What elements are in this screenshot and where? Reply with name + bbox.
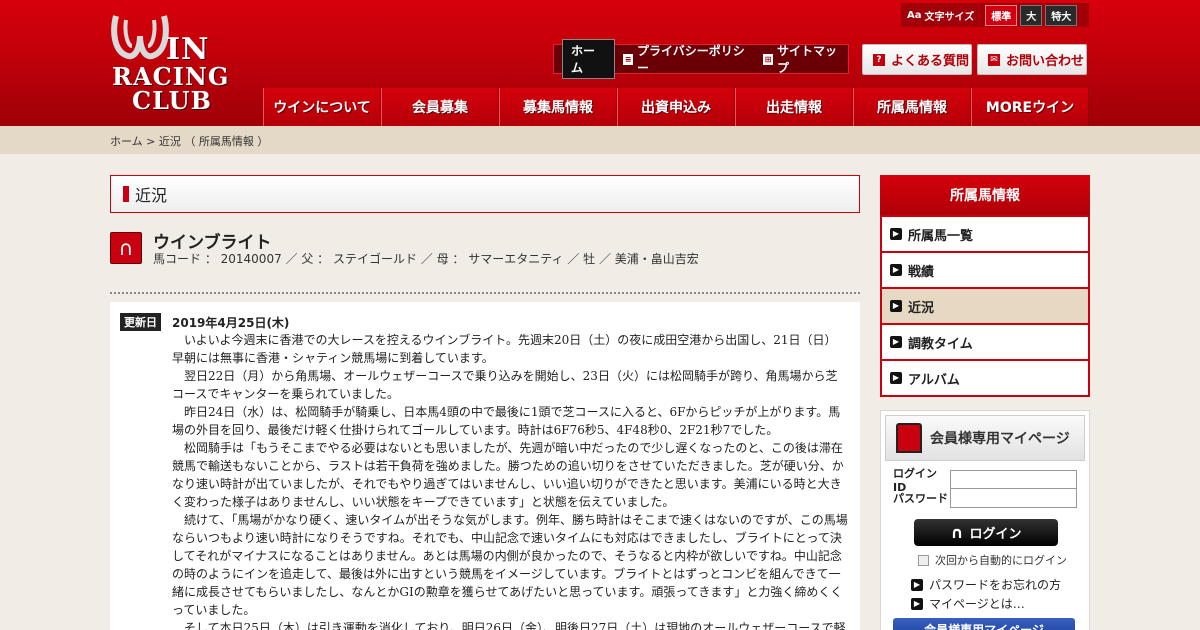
about-mypage-label: マイページとは…	[929, 597, 1025, 611]
faq-button[interactable]: ? よくある質問	[862, 44, 972, 75]
privacy-link[interactable]: ≡ プライバシーポリシー	[623, 42, 755, 76]
sidebar-item-label: アルバム	[908, 372, 960, 388]
nav-apply[interactable]: 出資申込み	[617, 88, 735, 126]
privacy-link-label: プライバシーポリシー	[637, 44, 745, 75]
breadcrumb-separator: >	[142, 135, 159, 148]
arrow-right-icon: ▶	[890, 228, 902, 240]
global-nav: ウインについて 会員募集 募集馬情報 出資申込み 出走情報 所属馬情報 MORE…	[263, 88, 1089, 126]
password-input[interactable]	[950, 488, 1077, 508]
horseshoe-icon: ∩	[950, 523, 964, 542]
mypage-button[interactable]: 会員様専用マイページ	[893, 618, 1075, 630]
font-size-label: 文字サイズ	[924, 11, 975, 23]
contact-button-label: お問い合わせ	[1006, 54, 1085, 69]
horse-meta: 馬コード ： 20140007 ／ 父 ： ステイゴールド ／ 母 ： サマーエ…	[153, 252, 699, 266]
password-row: パスワード	[893, 488, 1077, 508]
arrow-right-icon: ▶	[911, 578, 923, 591]
utility-nav: ホーム ≡ プライバシーポリシー ⊞ サイトマップ	[553, 39, 849, 79]
forgot-password-label: パスワードをお忘れの方	[929, 578, 1062, 592]
logo-club-text: CLUB	[132, 86, 212, 115]
nav-horse-info[interactable]: 所属馬情報	[853, 88, 971, 126]
sidebar-item-label: 戦績	[908, 264, 935, 280]
sidebar-item-label: 近況	[908, 300, 935, 316]
breadcrumb-current: 近況 （ 所属馬情報 ）	[158, 135, 269, 148]
sidebar: 所属馬情報 ▶ 所属馬一覧 ▶ 戦績 ▶ 近況 ▶ 調教タイム ▶ アルバム	[880, 175, 1090, 397]
breadcrumb: ホーム > 近況 （ 所属馬情報 ）	[110, 133, 268, 149]
article-paragraph: 松岡騎手は「もうそこまでやる必要はないとも思いましたが、先週が暗い中だったので少…	[172, 441, 844, 509]
arrow-right-icon: ▶	[890, 300, 902, 312]
article-paragraph: 続けて、「馬場がかなり硬く、速いタイムが出そうな気がします。例年、勝ち時計はそこ…	[172, 513, 848, 617]
sidebar-menu: ▶ 所属馬一覧 ▶ 戦績 ▶ 近況 ▶ 調教タイム ▶ アルバム	[880, 215, 1090, 397]
updated-badge: 更新日	[120, 313, 161, 331]
article-body: いよいよ今週末に香港での大レースを控えるウインブライト。先週末20日（土）の夜に…	[172, 331, 848, 630]
page-heading: 近況	[110, 175, 860, 213]
article-paragraph: いよいよ今週末に香港での大レースを控えるウインブライト。先週末20日（土）の夜に…	[172, 333, 837, 365]
breadcrumb-home[interactable]: ホーム	[110, 135, 143, 148]
main-content: 近況 ∩ ウインブライト 馬コード ： 20140007 ／ 父 ： ステイゴー…	[110, 175, 860, 630]
login-button-label: ログイン	[969, 527, 1022, 542]
sidebar-item-horse-list[interactable]: ▶ 所属馬一覧	[882, 215, 1088, 251]
divider	[110, 292, 860, 294]
font-size-normal-button[interactable]: 標準	[985, 4, 1018, 26]
sidebar-title: 所属馬情報	[880, 175, 1090, 215]
nav-horses-for-sale[interactable]: 募集馬情報	[499, 88, 617, 126]
page-title: 近況	[135, 186, 168, 205]
sidebar-item-album[interactable]: ▶ アルバム	[882, 359, 1088, 395]
mail-icon: ✉	[988, 53, 1000, 66]
font-size-xlarge-button[interactable]: 特大	[1045, 4, 1078, 26]
arrow-right-icon: ▶	[890, 372, 902, 384]
sitemap-link[interactable]: ⊞ サイトマップ	[763, 42, 848, 76]
font-size-switcher: Aa 文字サイズ 標準 大 特大	[901, 3, 1089, 27]
contact-button[interactable]: ✉ お問い合わせ	[977, 44, 1087, 75]
about-mypage-link[interactable]: ▶ マイページとは…	[911, 595, 1025, 612]
home-link[interactable]: ホーム	[562, 39, 616, 79]
article-date: 2019年4月25日(木)	[172, 316, 290, 330]
faq-button-label: よくある質問	[891, 54, 970, 69]
news-article: 更新日 2019年4月25日(木) いよいよ今週末に香港での大レースを控えるウイ…	[110, 302, 860, 630]
sidebar-item-recent[interactable]: ▶ 近況	[882, 287, 1088, 323]
article-paragraph: 翌日22日（月）から角馬場、オールウェザーコースで乗り込みを開始し、23日（火）…	[172, 369, 838, 401]
forgot-password-link[interactable]: ▶ パスワードをお忘れの方	[911, 576, 1061, 593]
auto-login-checkbox[interactable]: 次回から自動的にログイン	[918, 552, 1067, 568]
arrow-right-icon: ▶	[890, 336, 902, 348]
site-logo[interactable]: IN RACING CLUB	[110, 12, 242, 115]
nav-membership[interactable]: 会員募集	[381, 88, 499, 126]
site-header: IN RACING CLUB Aa 文字サイズ 標準 大 特大 ホーム ≡ プラ…	[0, 0, 1200, 126]
article-paragraph: 昨日24日（水）は、松岡騎手が騎乗し、日本馬4頭の中で最後に1頭で芝コースに入る…	[172, 405, 841, 437]
sidebar-item-training-times[interactable]: ▶ 調教タイム	[882, 323, 1088, 359]
jockey-silks-icon	[896, 423, 922, 453]
horseshoe-icon: ∩	[110, 232, 142, 264]
sidebar-item-label: 調教タイム	[908, 336, 973, 352]
horseshoe-w-icon	[111, 15, 169, 60]
document-icon: ≡	[623, 53, 634, 65]
mypage-header: 会員様専用マイページ	[885, 415, 1085, 461]
sidebar-item-label: 所属馬一覧	[908, 228, 974, 244]
arrow-right-icon: ▶	[890, 264, 902, 276]
article-paragraph: そして本日25日（木）は引き運動を消化しており、明日26日（金）、明後日27日（…	[184, 621, 846, 630]
heading-bar	[123, 186, 129, 202]
password-label: パスワード	[893, 492, 948, 505]
checkbox-box	[918, 554, 929, 566]
font-size-large-button[interactable]: 大	[1020, 4, 1043, 26]
auto-login-label: 次回から自動的にログイン	[935, 554, 1067, 567]
mypage-title: 会員様専用マイページ	[930, 431, 1070, 447]
login-button[interactable]: ∩ ログイン	[914, 519, 1058, 546]
nav-about[interactable]: ウインについて	[263, 88, 381, 126]
sitemap-link-label: サイトマップ	[776, 44, 837, 75]
font-size-icon: Aa	[907, 9, 922, 21]
arrow-right-icon: ▶	[911, 597, 923, 610]
sitemap-icon: ⊞	[763, 53, 773, 65]
nav-more[interactable]: MOREウイン	[971, 88, 1089, 126]
sidebar-item-results[interactable]: ▶ 戦績	[882, 251, 1088, 287]
question-icon: ?	[873, 53, 885, 66]
login-id-input[interactable]	[950, 469, 1077, 490]
nav-race-info[interactable]: 出走情報	[735, 88, 853, 126]
mypage-login-box: 会員様専用マイページ ログインID パスワード ∩ ログイン 次回から自動的にロ…	[880, 410, 1090, 630]
